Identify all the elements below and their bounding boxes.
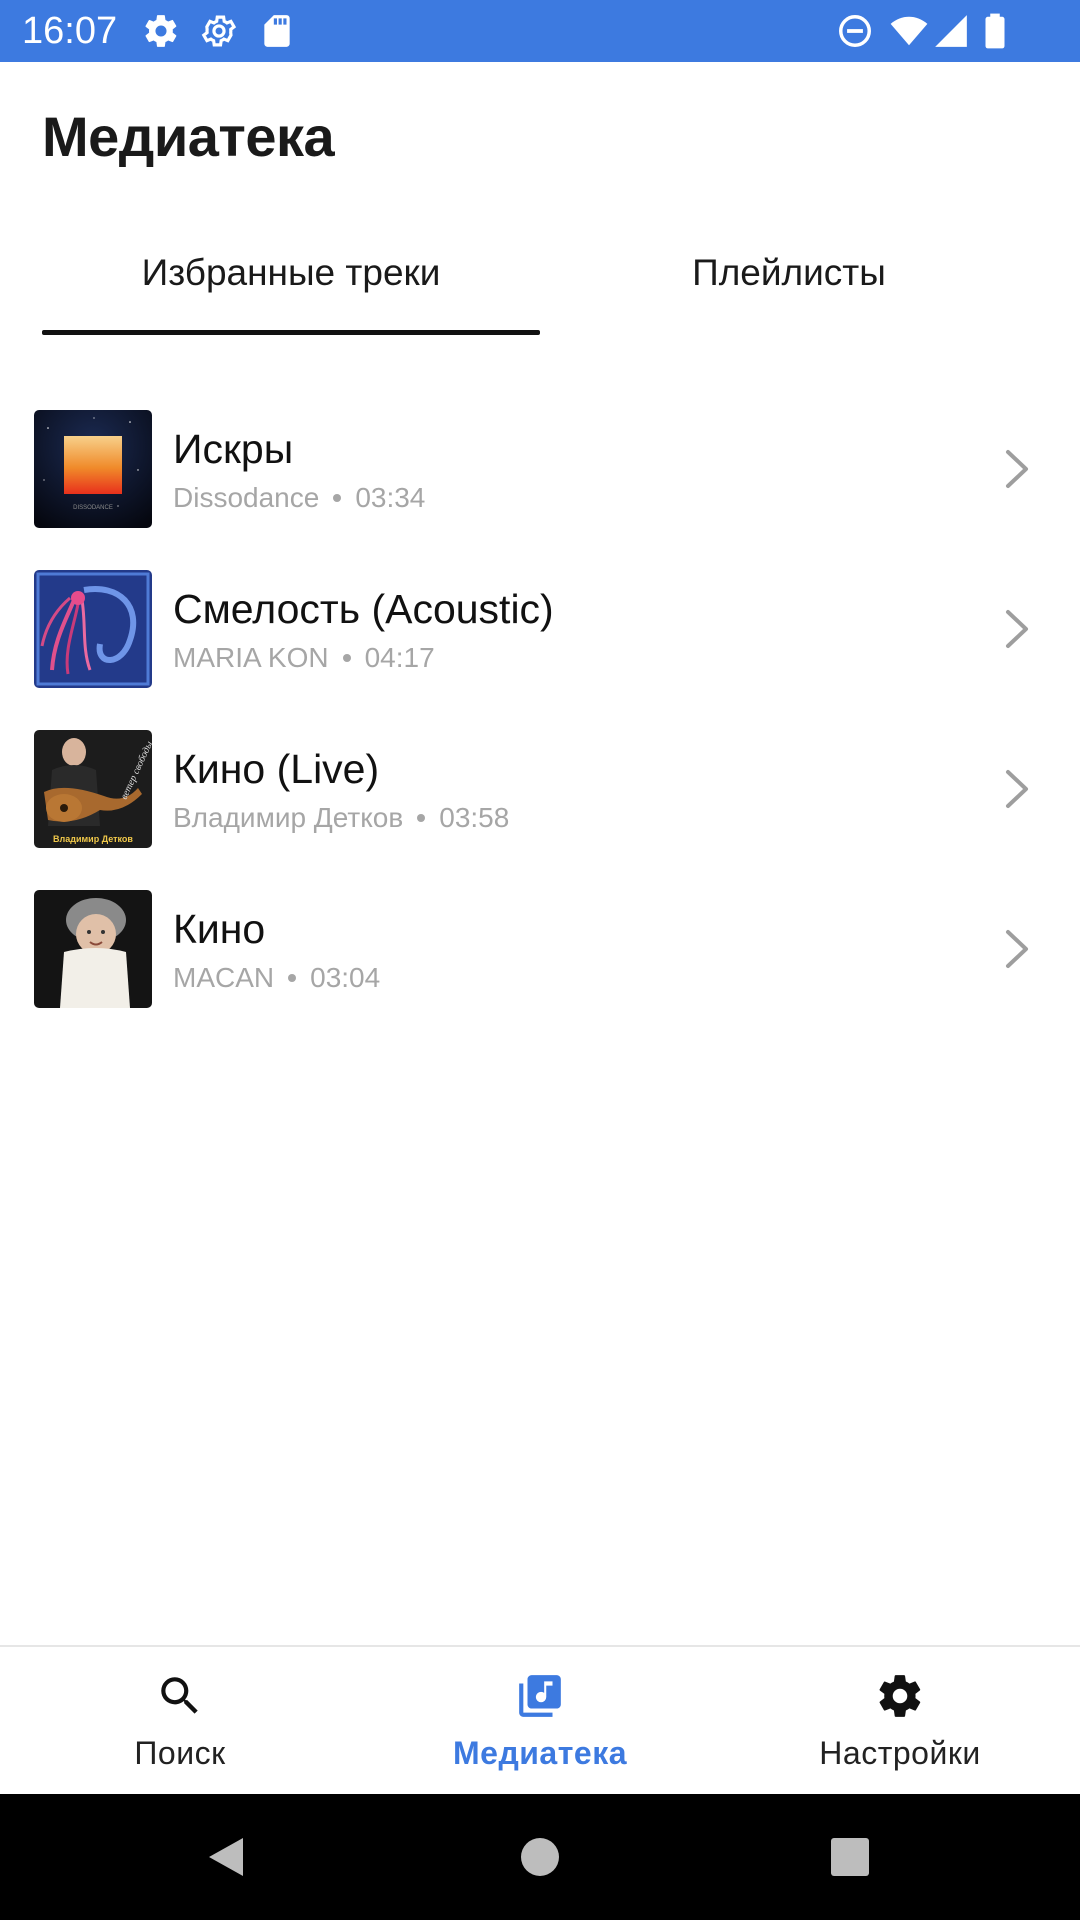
chevron-right-icon bbox=[1000, 764, 1032, 814]
track-artist: Владимир Детков bbox=[173, 802, 404, 833]
track-list: DISSODANCE Искры Dissodance 03:34 Смелост… bbox=[0, 400, 1080, 1040]
music-library-icon bbox=[515, 1671, 565, 1721]
search-icon bbox=[155, 1671, 205, 1721]
track-title: Смелость (Acoustic) bbox=[173, 586, 554, 632]
status-time: 16:07 bbox=[22, 10, 118, 52]
track-title: Кино (Live) bbox=[173, 746, 380, 792]
chevron-right-icon bbox=[1000, 924, 1032, 974]
chevron-right-icon bbox=[1000, 604, 1032, 654]
do-not-disturb-icon bbox=[836, 12, 874, 50]
bottom-navigation: Поиск Медиатека Настройки bbox=[0, 1645, 1080, 1794]
track-meta: Владимир Детков 03:58 bbox=[173, 802, 509, 834]
tab-active-indicator bbox=[42, 330, 540, 335]
signal-icon bbox=[932, 12, 970, 50]
nav-settings-label: Настройки bbox=[819, 1735, 981, 1771]
gear-icon bbox=[142, 12, 180, 50]
cover-text: DISSODANCE bbox=[73, 505, 113, 511]
track-duration: 03:34 bbox=[355, 482, 426, 513]
track-artist: MARIA KON bbox=[173, 642, 329, 673]
system-navigation-bar bbox=[0, 1794, 1080, 1920]
track-meta: MARIA KON 04:17 bbox=[173, 642, 435, 674]
track-title: Искры bbox=[173, 426, 294, 472]
status-bar: 16:07 bbox=[0, 0, 1080, 62]
nav-settings[interactable]: Настройки bbox=[720, 1647, 1080, 1794]
nav-library[interactable]: Медиатека bbox=[360, 1647, 720, 1794]
track-row[interactable]: Смелость (Acoustic) MARIA KON 04:17 bbox=[0, 560, 1080, 720]
battery-icon bbox=[978, 12, 1012, 50]
track-duration: 03:04 bbox=[310, 962, 381, 993]
album-cover: DISSODANCE bbox=[34, 410, 152, 528]
track-meta: Dissodance 03:34 bbox=[173, 482, 425, 514]
track-row[interactable]: Кино MACAN 03:04 bbox=[0, 880, 1080, 1040]
separator-dot bbox=[342, 653, 351, 662]
album-cover: ветер свободы Владимир Детков bbox=[34, 730, 152, 848]
tab-bar: Избранные треки Плейлисты bbox=[0, 240, 1080, 340]
track-meta: MACAN 03:04 bbox=[173, 962, 380, 994]
track-artist: MACAN bbox=[173, 962, 275, 993]
track-artist: Dissodance bbox=[173, 482, 320, 513]
settings-icon bbox=[875, 1671, 925, 1721]
cover-text: Владимир Детков bbox=[53, 834, 133, 844]
track-row[interactable]: ветер свободы Владимир Детков Кино (Live… bbox=[0, 720, 1080, 880]
tab-favorite-tracks[interactable]: Избранные треки bbox=[42, 240, 540, 340]
page-title: Медиатека bbox=[42, 105, 335, 168]
nav-search[interactable]: Поиск bbox=[0, 1647, 360, 1794]
separator-dot bbox=[288, 973, 297, 982]
track-title: Кино bbox=[173, 906, 266, 952]
wifi-icon bbox=[890, 12, 928, 50]
track-row[interactable]: DISSODANCE Искры Dissodance 03:34 bbox=[0, 400, 1080, 560]
track-duration: 03:58 bbox=[439, 802, 510, 833]
separator-dot bbox=[333, 493, 342, 502]
recents-icon[interactable] bbox=[827, 1834, 873, 1880]
gear-outline-icon bbox=[200, 12, 238, 50]
track-duration: 04:17 bbox=[364, 642, 435, 673]
sd-card-icon bbox=[258, 12, 296, 50]
album-cover bbox=[34, 890, 152, 1008]
tab-playlists[interactable]: Плейлисты bbox=[540, 240, 1038, 340]
home-icon[interactable] bbox=[517, 1834, 563, 1880]
nav-search-label: Поиск bbox=[134, 1735, 226, 1771]
back-icon[interactable] bbox=[203, 1834, 249, 1880]
chevron-right-icon bbox=[1000, 444, 1032, 494]
nav-library-label: Медиатека bbox=[452, 1735, 627, 1771]
album-cover bbox=[34, 570, 152, 688]
separator-dot bbox=[417, 813, 426, 822]
